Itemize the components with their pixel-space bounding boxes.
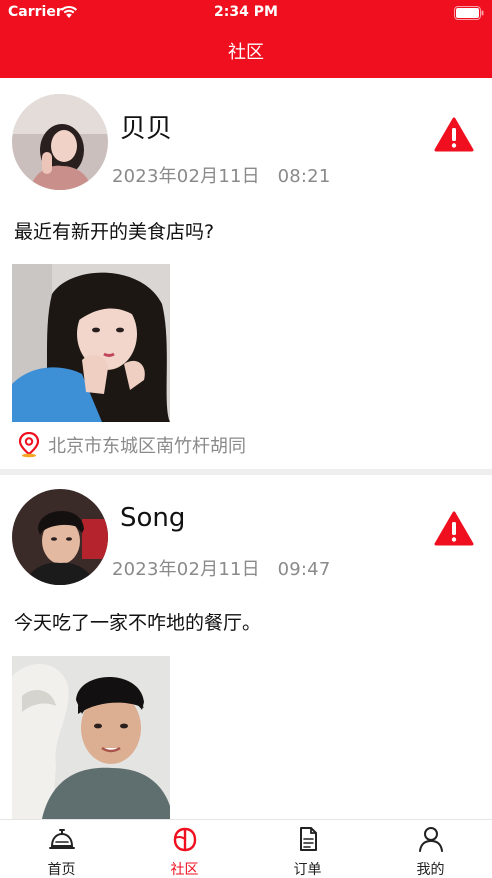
post-content: 最近有新开的美食店吗? — [14, 221, 215, 243]
tab-profile[interactable]: 我的 — [369, 820, 492, 878]
post-card[interactable]: Song 2023年02月11日 09:47 今天吃了一家不咋地的餐厅。 — [0, 475, 492, 819]
clock: 2:34 PM — [214, 4, 278, 20]
post-author: 贝贝 — [120, 114, 173, 144]
tab-label: 订单 — [293, 862, 322, 878]
avatar[interactable] — [12, 489, 108, 585]
avatar[interactable] — [12, 94, 108, 190]
tab-label: 社区 — [170, 862, 199, 878]
tab-home[interactable]: 首页 — [0, 820, 123, 878]
post-location[interactable]: 北京市东城区南竹杆胡同 — [18, 432, 246, 458]
community-icon — [173, 827, 197, 852]
tab-community[interactable]: 社区 — [123, 820, 246, 878]
page-title: 社区 — [228, 42, 264, 63]
home-bell-icon — [49, 829, 75, 849]
post-timestamp: 2023年02月11日 08:21 — [112, 166, 331, 187]
tab-label: 我的 — [416, 862, 445, 878]
post-timestamp: 2023年02月11日 09:47 — [112, 559, 331, 580]
top-bar: Carrier 2:34 PM 社区 — [0, 0, 492, 78]
status-bar: Carrier 2:34 PM — [0, 0, 492, 26]
report-warning-icon[interactable] — [434, 117, 474, 153]
tab-orders[interactable]: 订单 — [246, 820, 369, 878]
battery-icon — [454, 6, 484, 20]
order-document-icon — [300, 827, 317, 851]
location-text: 北京市东城区南竹杆胡同 — [48, 436, 246, 457]
tab-label: 首页 — [47, 862, 76, 878]
location-pin-icon — [18, 432, 40, 458]
post-author: Song — [120, 503, 186, 533]
post-photo[interactable] — [12, 264, 170, 422]
bottom-tab-bar: 首页 社区 订单 我的 — [0, 819, 492, 878]
post-content: 今天吃了一家不咋地的餐厅。 — [14, 612, 262, 634]
post-photo[interactable] — [12, 656, 170, 819]
post-card[interactable]: 贝贝 2023年02月11日 08:21 最近有新开的美食店吗? 北京市东城区南… — [0, 78, 492, 469]
report-warning-icon[interactable] — [434, 511, 474, 547]
profile-icon — [419, 827, 443, 852]
community-feed[interactable]: 贝贝 2023年02月11日 08:21 最近有新开的美食店吗? 北京市东城区南… — [0, 78, 492, 819]
